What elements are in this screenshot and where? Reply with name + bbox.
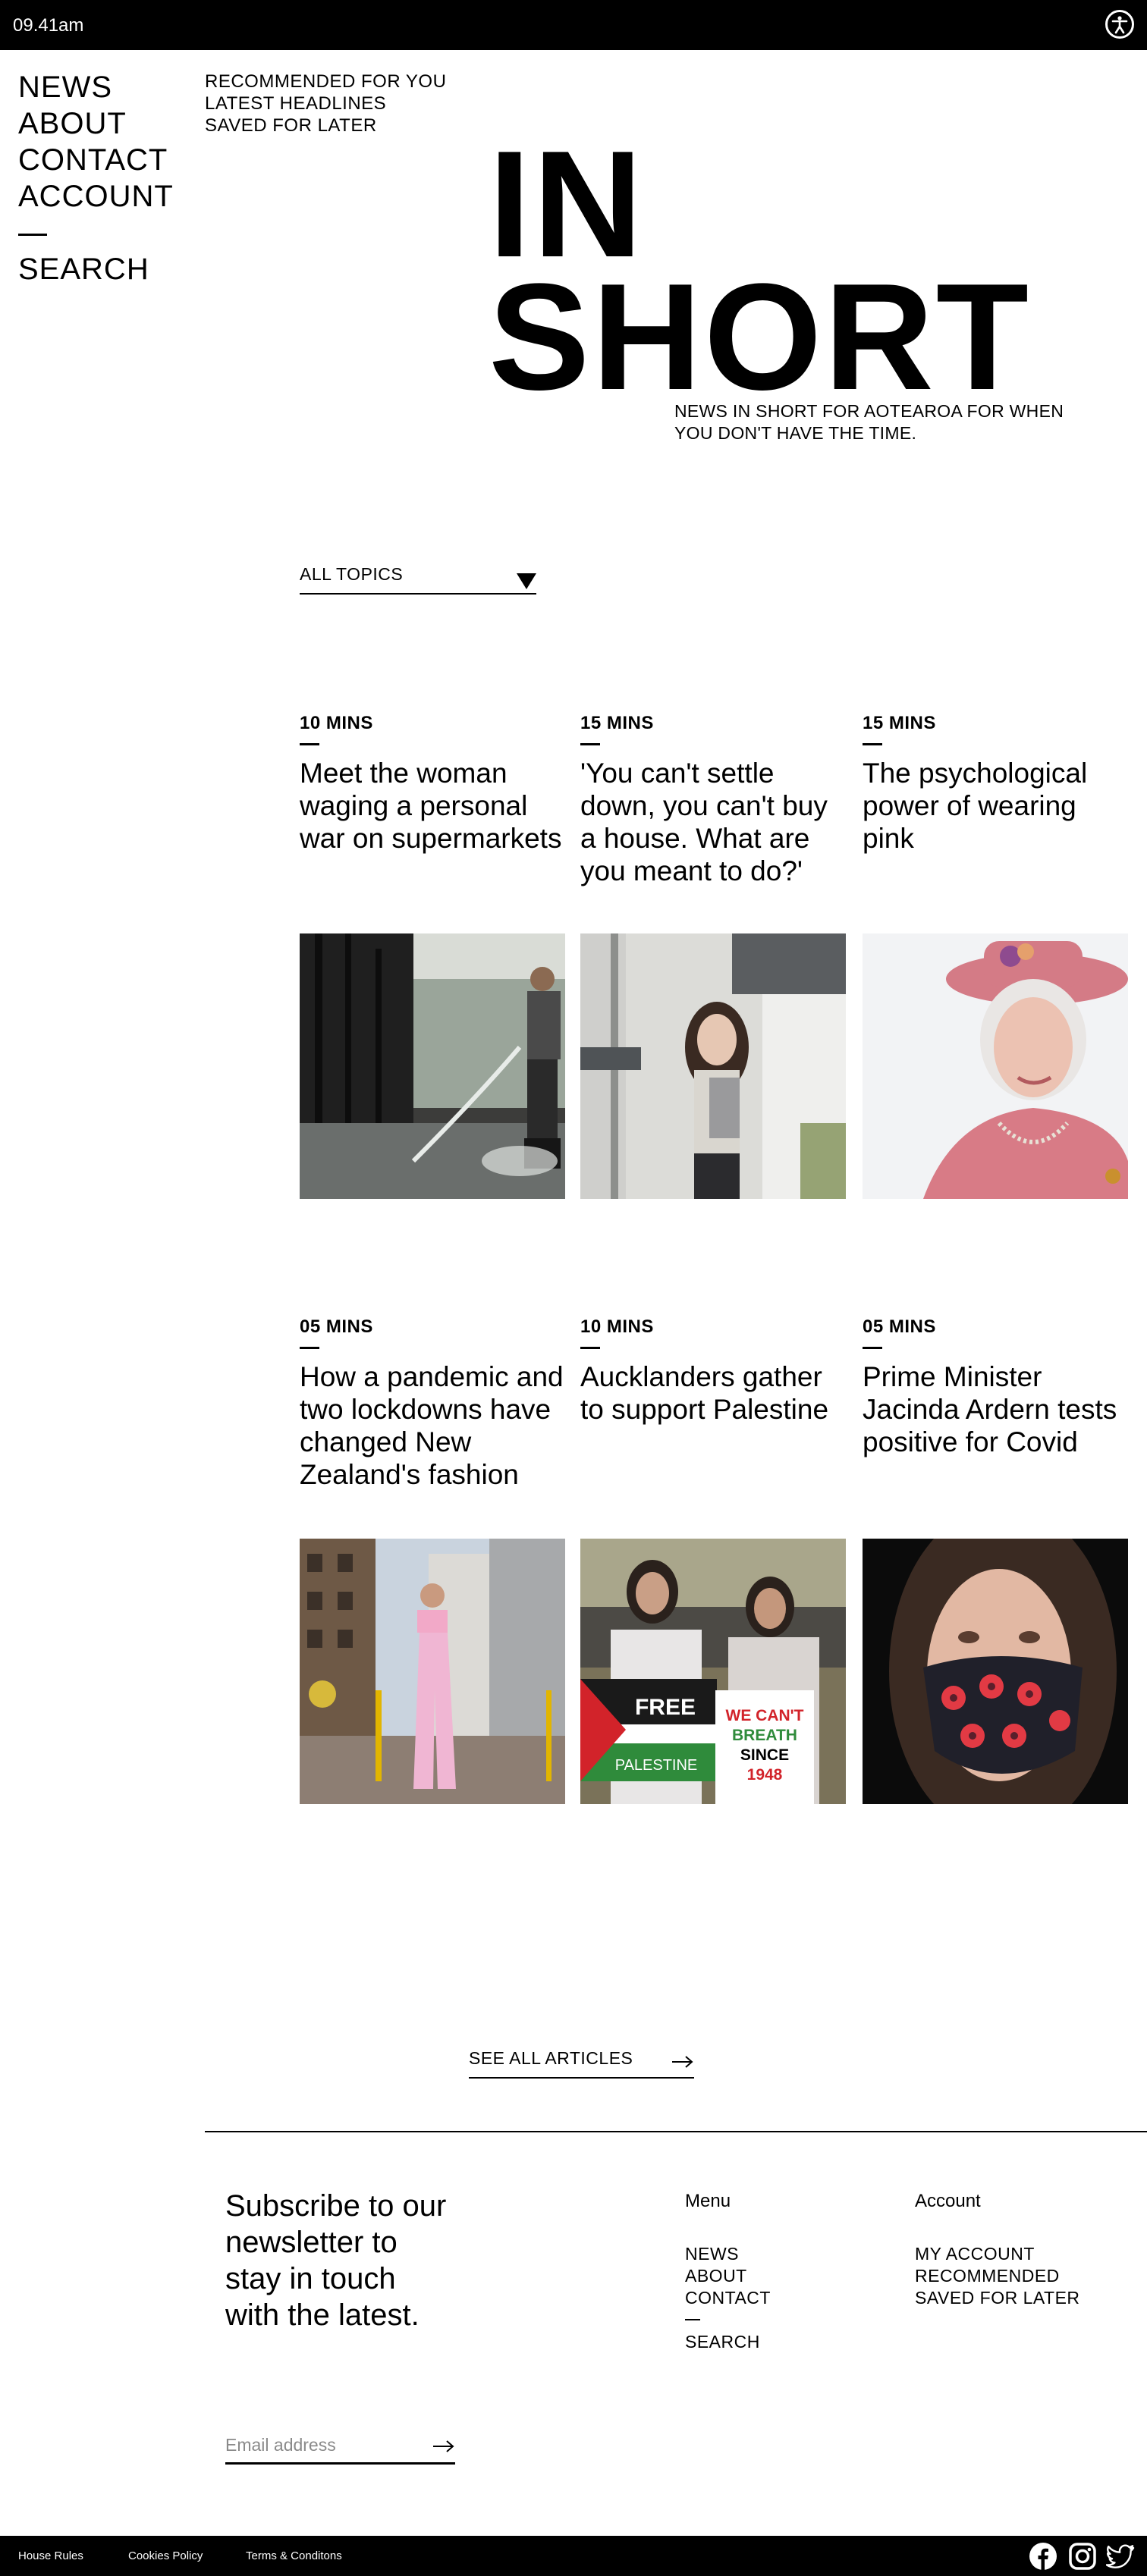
sign-line1-text: WE CAN'T (726, 1707, 804, 1724)
sign-palestine-text: PALESTINE (615, 1757, 698, 1774)
article-dash (300, 1347, 319, 1349)
sign-line4-text: 1948 (747, 1766, 783, 1784)
article-image[interactable] (580, 933, 846, 1199)
footer-account-recommended[interactable]: RECOMMENDED (915, 2265, 1060, 2287)
nav-divider (18, 234, 47, 236)
sign-line3-text: SINCE (740, 1746, 789, 1764)
twitter-icon[interactable] (1106, 2542, 1135, 2571)
sign-line2-text: BREATH (732, 1727, 797, 1744)
hero-title-line1: IN (489, 120, 645, 289)
nav-account[interactable]: ACCOUNT (18, 178, 174, 215)
hero-tagline: NEWS IN SHORT FOR AOTEAROA FOR WHEN YOU … (674, 401, 1064, 443)
subnav-latest-headlines[interactable]: LATEST HEADLINES (205, 93, 386, 115)
article-title[interactable]: 'You can't settle down, you can't buy a … (580, 757, 846, 887)
article-read-time: 10 MINS (300, 713, 373, 733)
nav-search[interactable]: SEARCH (18, 251, 149, 287)
article-title[interactable]: Aucklanders gather to support Palestine (580, 1360, 846, 1426)
email-input[interactable] (225, 2430, 423, 2460)
nav-contact[interactable]: CONTACT (18, 142, 168, 178)
subnav-saved-for-later[interactable]: SAVED FOR LATER (205, 115, 377, 136)
footer-account-saved[interactable]: SAVED FOR LATER (915, 2287, 1080, 2309)
footer-menu-divider (685, 2319, 700, 2320)
see-all-articles-label: SEE ALL ARTICLES (469, 2048, 633, 2068)
instagram-icon[interactable] (1068, 2542, 1097, 2571)
see-all-articles-link[interactable]: SEE ALL ARTICLES (469, 2044, 694, 2079)
status-time: 09.41am (13, 15, 84, 36)
topic-filter-label: ALL TOPICS (300, 564, 404, 584)
article-image[interactable] (300, 1539, 565, 1804)
article-read-time: 10 MINS (580, 1316, 654, 1337)
caret-down-icon (517, 573, 536, 589)
article-dash (300, 743, 319, 745)
footer-menu-contact[interactable]: CONTACT (685, 2287, 771, 2309)
status-bar (0, 0, 1147, 50)
article-image[interactable] (863, 933, 1128, 1199)
newsletter-heading: Subscribe to our newsletter to stay in t… (225, 2189, 447, 2332)
hero-title-line2: SHORT (489, 253, 1031, 422)
article-title[interactable]: How a pandemic and two lockdowns have ch… (300, 1360, 565, 1491)
article-read-time: 05 MINS (863, 1316, 936, 1337)
nav-about[interactable]: ABOUT (18, 105, 127, 142)
article-read-time: 15 MINS (863, 713, 936, 733)
footer-account-heading: Account (915, 2191, 981, 2211)
email-field[interactable] (225, 2430, 455, 2465)
nav-news[interactable]: NEWS (18, 69, 112, 105)
article-read-time: 15 MINS (580, 713, 654, 733)
article-title[interactable]: Meet the woman waging a personal war on … (300, 757, 565, 855)
footer-menu-search[interactable]: SEARCH (685, 2331, 760, 2353)
footer-menu-about[interactable]: ABOUT (685, 2265, 747, 2287)
submit-arrow-icon[interactable] (432, 2439, 455, 2454)
article-image[interactable] (863, 1539, 1128, 1804)
article-read-time: 05 MINS (300, 1316, 373, 1337)
topic-filter-select[interactable]: ALL TOPICS (300, 564, 536, 595)
article-dash (580, 1347, 600, 1349)
article-dash (863, 743, 882, 745)
article-title[interactable]: Prime Minister Jacinda Ardern tests posi… (863, 1360, 1128, 1458)
article-image[interactable] (300, 933, 565, 1199)
terms-link[interactable]: Terms & Conditons (246, 2549, 342, 2562)
accessibility-icon[interactable] (1105, 10, 1134, 39)
article-dash (580, 743, 600, 745)
footer-menu-heading: Menu (685, 2191, 731, 2211)
footer-account-my-account[interactable]: MY ACCOUNT (915, 2243, 1035, 2265)
sign-free-text: FREE (635, 1695, 696, 1720)
footer-menu-news[interactable]: NEWS (685, 2243, 739, 2265)
cookies-policy-link[interactable]: Cookies Policy (128, 2549, 203, 2562)
facebook-icon[interactable] (1029, 2542, 1057, 2571)
article-title[interactable]: The psychological power of wearing pink (863, 757, 1128, 855)
footer-divider (205, 2131, 1147, 2132)
arrow-right-icon (672, 2056, 693, 2068)
house-rules-link[interactable]: House Rules (18, 2549, 83, 2562)
article-dash (863, 1347, 882, 1349)
article-image[interactable]: FREE PALESTINE WE CAN'T BREATH SINCE 194… (580, 1539, 846, 1804)
subnav-recommended[interactable]: RECOMMENDED FOR YOU (205, 71, 446, 93)
